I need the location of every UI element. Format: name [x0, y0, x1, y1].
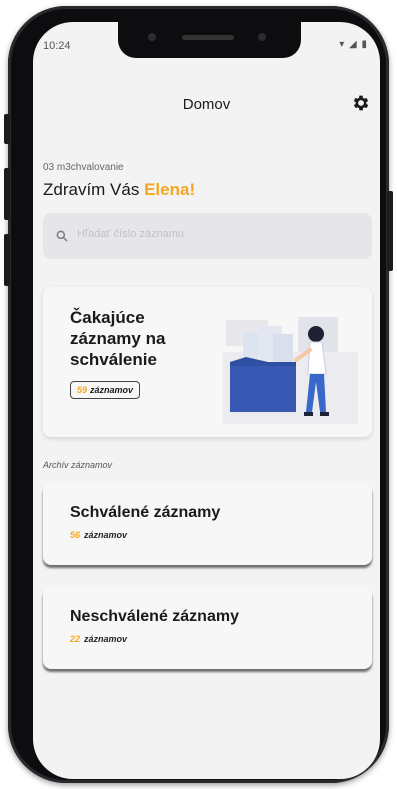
speaker-grille	[182, 35, 234, 40]
camera-dot	[258, 33, 266, 41]
gear-icon[interactable]	[351, 93, 371, 113]
page-title: Domov	[182, 96, 231, 113]
search-bar[interactable]	[43, 213, 372, 259]
rejected-card-title: Neschválené záznamy	[70, 608, 239, 625]
pending-count: 59	[77, 385, 88, 395]
greeting-subtitle: 03 m3chvalovanie	[43, 162, 124, 173]
rejected-count-unit: záznamov	[84, 634, 128, 644]
greeting-hello: Zdravím Vás	[43, 180, 140, 199]
side-button	[4, 234, 10, 286]
side-button	[4, 114, 10, 144]
approved-card-title: Schválené záznamy	[70, 504, 221, 521]
pending-count-unit: záznamov	[90, 385, 134, 395]
side-button	[387, 191, 393, 271]
rejected-records-card[interactable]: Neschválené záznamy 22 záznamov	[43, 587, 372, 669]
approved-count-unit: záznamov	[84, 530, 128, 540]
approved-records-card[interactable]: Schválené záznamy 56 záznamov	[43, 483, 372, 565]
archive-section-label: Archív záznamov	[43, 460, 113, 470]
pending-card-title: Čakajúce záznamy na schválenie	[70, 308, 166, 369]
phone-frame: 10:24 ▾ ◢ ▮ Domov 03 m3chvalovanie Zdrav…	[4, 6, 393, 783]
search-input[interactable]	[75, 227, 339, 241]
filing-woman-illustration	[223, 317, 358, 424]
greeting-title: Zdravím Vás Elena!	[43, 180, 195, 200]
rejected-count-number: 22	[70, 634, 81, 644]
search-icon	[56, 230, 68, 242]
pending-count-badge: 59 záznamov	[70, 381, 141, 399]
user-name: Elena!	[144, 180, 196, 199]
approved-count: 56 záznamov	[70, 530, 127, 540]
side-button	[4, 168, 10, 220]
pending-records-card[interactable]: Čakajúce záznamy na schválenie 59 záznamo…	[43, 287, 372, 437]
status-icons: ▾ ◢ ▮	[339, 39, 368, 50]
app-screen: 10:24 ▾ ◢ ▮ Domov 03 m3chvalovanie Zdrav…	[33, 22, 380, 779]
rejected-count: 22 záznamov	[70, 634, 127, 644]
camera-dot	[148, 33, 156, 41]
approved-count-number: 56	[70, 530, 81, 540]
camera-notch	[118, 22, 301, 58]
status-time: 10:24	[43, 40, 71, 52]
